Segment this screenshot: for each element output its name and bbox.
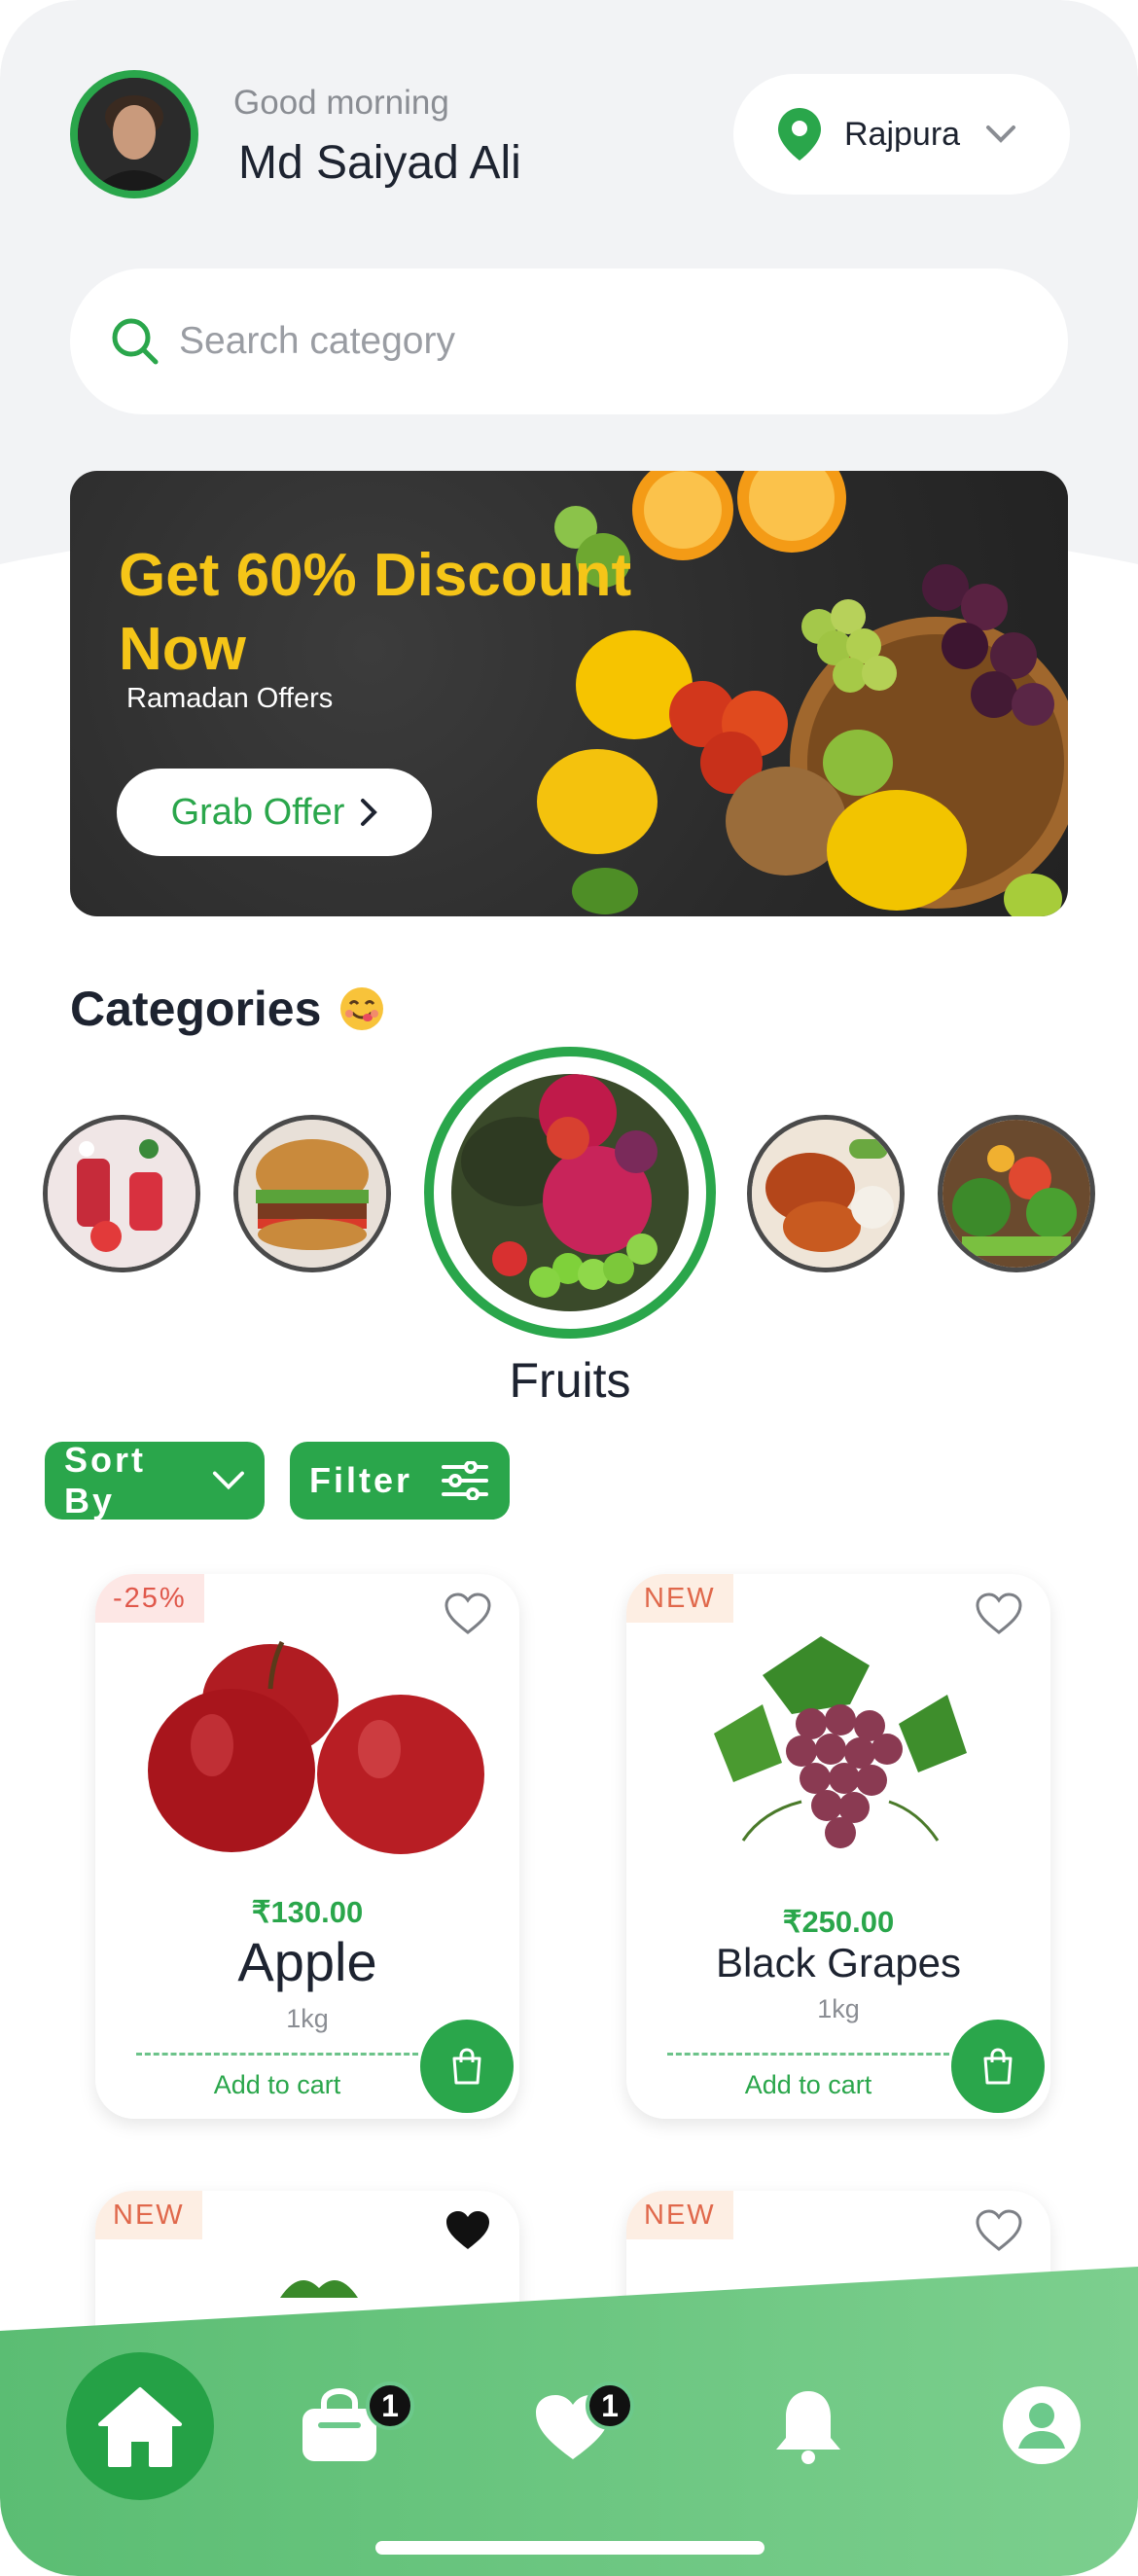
nav-profile-button[interactable] <box>998 2381 1085 2469</box>
location-selector[interactable]: Rajpura <box>733 74 1070 195</box>
search-input[interactable]: Search category <box>70 268 1068 414</box>
fruit-basket-image <box>537 471 1068 916</box>
new-badge: NEW <box>626 2191 733 2239</box>
add-to-cart-link[interactable]: Add to cart <box>136 2070 418 2100</box>
categories-heading: Categories <box>70 981 385 1037</box>
banner-title: Get 60% Discount Now <box>119 542 632 683</box>
location-pin-icon <box>778 108 821 161</box>
black-grapes-image <box>714 1636 967 1848</box>
product-name: Apple <box>237 1931 377 1992</box>
home-indicator[interactable] <box>375 2541 765 2555</box>
sort-by-label: Sort By <box>64 1440 146 1521</box>
heart-outline-icon[interactable] <box>975 2208 1023 2253</box>
profile-icon <box>1003 2386 1081 2464</box>
product-card[interactable]: NEW ₹250.00 Black Grapes 1kg Add to cart <box>626 1574 1050 2119</box>
grab-offer-button[interactable]: Grab Offer <box>117 769 432 856</box>
wishlist-count-badge: 1 <box>586 2381 634 2430</box>
divider <box>667 2053 949 2056</box>
chevron-down-icon <box>213 1471 245 1490</box>
grab-offer-label: Grab Offer <box>170 791 345 833</box>
user-name: Md Saiyad Ali <box>238 137 521 189</box>
bell-icon <box>776 2391 840 2464</box>
selected-category-label: Fruits <box>509 1353 631 1408</box>
sort-by-button[interactable]: Sort By <box>45 1440 265 1521</box>
heart-outline-icon[interactable] <box>444 1592 492 1636</box>
chevron-down-icon <box>986 125 1016 143</box>
add-to-cart-link[interactable]: Add to cart <box>667 2070 949 2100</box>
divider <box>136 2053 418 2056</box>
shopping-bag-icon <box>983 2048 1013 2085</box>
filter-sliders-icon <box>442 1461 489 1500</box>
yum-emoji-icon <box>340 987 384 1030</box>
category-chicken[interactable] <box>747 1115 905 1272</box>
product-card[interactable]: -25% ₹130.00 Apple 1kg Add to cart <box>95 1574 519 2119</box>
product-name: Black Grapes <box>715 1940 962 1986</box>
add-to-cart-button[interactable] <box>420 2020 514 2113</box>
category-fruits-image <box>451 1074 689 1311</box>
screen: Good morning Md Saiyad Ali Rajpura Searc… <box>0 0 1138 2576</box>
discount-badge: -25% <box>95 1574 204 1623</box>
promo-banner[interactable]: Get 60% Discount Now Ramadan Offers Grab… <box>70 471 1068 916</box>
nav-notifications-button[interactable] <box>765 2381 852 2469</box>
filter-label: Filter <box>309 1460 413 1500</box>
new-badge: NEW <box>95 2191 202 2239</box>
search-placeholder: Search category <box>179 320 455 362</box>
new-badge: NEW <box>626 1574 733 1623</box>
greeting-text: Good morning <box>233 84 449 122</box>
home-icon <box>98 2387 182 2467</box>
location-label: Rajpura <box>844 115 961 153</box>
avatar[interactable] <box>70 70 198 198</box>
chevron-right-icon <box>361 799 378 826</box>
product-price: ₹250.00 <box>782 1905 895 1939</box>
apple-image <box>148 1640 484 1854</box>
categories-title: Categories <box>70 982 322 1036</box>
cart-count-badge: 1 <box>366 2381 414 2430</box>
category-burgers[interactable] <box>233 1115 391 1272</box>
add-to-cart-button[interactable] <box>951 2020 1045 2113</box>
heart-filled-icon[interactable] <box>444 2208 492 2253</box>
filter-button[interactable]: Filter <box>290 1442 510 1520</box>
nav-home-button[interactable] <box>66 2352 214 2500</box>
shopping-bag-icon <box>452 2048 481 2085</box>
category-vegetables[interactable] <box>938 1115 1095 1272</box>
category-drinks[interactable] <box>43 1115 200 1272</box>
banner-subtitle: Ramadan Offers <box>126 683 334 714</box>
product-price: ₹130.00 <box>251 1895 364 1929</box>
search-icon <box>112 318 159 365</box>
